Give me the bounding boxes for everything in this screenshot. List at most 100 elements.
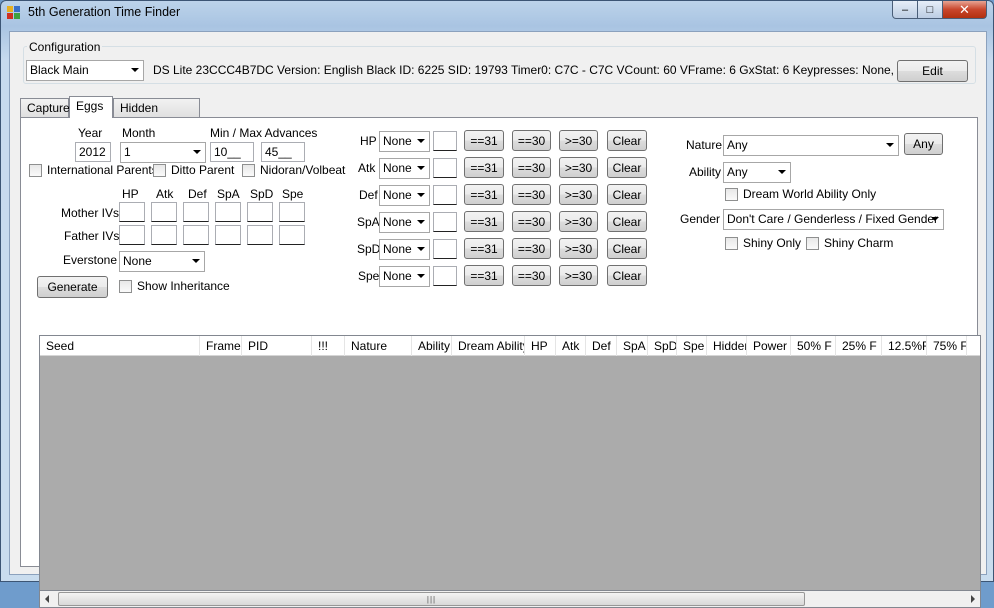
filter-mode-select-def[interactable]: None xyxy=(379,185,430,206)
column-header-dream-ability[interactable]: Dream Ability xyxy=(452,336,525,356)
column-header-spe[interactable]: Spe xyxy=(677,336,707,356)
filter-atk-eq30-button[interactable]: ==30 xyxy=(512,157,551,178)
nature-any-button[interactable]: Any xyxy=(904,133,943,155)
filter-spe-eq30-button[interactable]: ==30 xyxy=(512,265,551,286)
filter-atk-eq31-button[interactable]: ==31 xyxy=(464,157,504,178)
filter-spd-clear-button[interactable]: Clear xyxy=(607,238,647,259)
column-header-def[interactable]: Def xyxy=(586,336,617,356)
max-advances-input[interactable]: 45__ xyxy=(261,142,305,162)
filter-atk-clear-button[interactable]: Clear xyxy=(607,157,647,178)
scroll-left-icon[interactable] xyxy=(45,595,49,603)
filter-value-input-spa[interactable] xyxy=(433,212,457,232)
generate-button[interactable]: Generate xyxy=(37,276,108,298)
filter-spe-ge30-button[interactable]: >=30 xyxy=(559,265,598,286)
results-grid[interactable]: Seed Frame PID!!! Nature Ability Dream Abilit… xyxy=(39,335,981,591)
column-header-spd[interactable]: SpD xyxy=(648,336,677,356)
filter-spd-eq30-button[interactable]: ==30 xyxy=(512,238,551,259)
filter-spe-clear-button[interactable]: Clear xyxy=(607,265,647,286)
filter-hp-ge30-button[interactable]: >=30 xyxy=(559,130,598,151)
column-header-25-f[interactable]: 25% F xyxy=(836,336,882,356)
filter-def-eq31-button[interactable]: ==31 xyxy=(464,184,504,205)
column-header-[interactable]: !!! xyxy=(312,336,345,356)
column-header-seed[interactable]: Seed xyxy=(40,336,200,356)
tab-hidden-grotto[interactable]: Hidden Grotto xyxy=(113,98,200,129)
column-header-atk[interactable]: Atk xyxy=(556,336,586,356)
maximize-button[interactable]: □ xyxy=(918,1,943,19)
filter-label-atk: Atk xyxy=(358,161,376,175)
filter-spd-eq31-button[interactable]: ==31 xyxy=(464,238,504,259)
everstone-select[interactable]: None xyxy=(119,251,205,272)
filter-spa-eq31-button[interactable]: ==31 xyxy=(464,211,504,232)
filter-mode-select-spe[interactable]: None xyxy=(379,266,430,287)
ditto-parent-label: Ditto Parent xyxy=(171,163,235,177)
column-header-ability[interactable]: Ability xyxy=(412,336,452,356)
filter-hp-eq31-button[interactable]: ==31 xyxy=(464,130,504,151)
international-parents-checkbox[interactable]: International Parents xyxy=(29,163,158,177)
column-header-50-f[interactable]: 50% F xyxy=(791,336,836,356)
column-header-12-5-f[interactable]: 12.5%F xyxy=(882,336,927,356)
close-button[interactable]: ✕ xyxy=(943,1,987,19)
filter-value-input-spd[interactable] xyxy=(433,239,457,259)
filter-spd-ge30-button[interactable]: >=30 xyxy=(559,238,598,259)
filter-spa-clear-button[interactable]: Clear xyxy=(607,211,647,232)
title-bar[interactable]: 5th Generation Time Finder – □ ✕ xyxy=(1,1,993,25)
mother-iv-input-def[interactable] xyxy=(183,202,209,222)
mother-iv-input-spe[interactable] xyxy=(279,202,305,222)
minimize-button[interactable]: – xyxy=(892,1,918,19)
column-header-75-f[interactable]: 75% F xyxy=(927,336,967,356)
filter-atk-ge30-button[interactable]: >=30 xyxy=(559,157,598,178)
scrollbar-thumb[interactable]: ||| xyxy=(58,592,805,606)
father-iv-input-atk[interactable] xyxy=(151,225,177,245)
father-iv-input-spe[interactable] xyxy=(279,225,305,245)
filter-spe-eq31-button[interactable]: ==31 xyxy=(464,265,504,286)
filter-spa-eq30-button[interactable]: ==30 xyxy=(512,211,551,232)
horizontal-scrollbar[interactable]: ||| xyxy=(39,591,981,608)
shiny-charm-checkbox[interactable]: Shiny Charm xyxy=(806,236,893,250)
column-header-nature[interactable]: Nature xyxy=(345,336,412,356)
filter-value-input-def[interactable] xyxy=(433,185,457,205)
filter-value-input-spe[interactable] xyxy=(433,266,457,286)
filter-mode-select-atk[interactable]: None xyxy=(379,158,430,179)
gender-select[interactable]: Don't Care / Genderless / Fixed Gender xyxy=(723,209,944,230)
mother-iv-input-spd[interactable] xyxy=(247,202,273,222)
column-header-hp[interactable]: HP xyxy=(525,336,556,356)
mother-iv-input-spa[interactable] xyxy=(215,202,241,222)
dream-world-only-checkbox[interactable]: Dream World Ability Only xyxy=(725,187,876,201)
mother-iv-input-hp[interactable] xyxy=(119,202,145,222)
filter-mode-select-hp[interactable]: None xyxy=(379,131,430,152)
ability-select[interactable]: Any xyxy=(723,162,791,183)
filter-def-ge30-button[interactable]: >=30 xyxy=(559,184,598,205)
scroll-right-icon[interactable] xyxy=(971,595,975,603)
filter-mode-select-spa[interactable]: None xyxy=(379,212,430,233)
year-input[interactable]: 2012 xyxy=(75,142,111,162)
nidoran-volbeat-checkbox[interactable]: Nidoran/Volbeat xyxy=(242,163,345,177)
father-iv-input-spd[interactable] xyxy=(247,225,273,245)
month-select[interactable]: 1 xyxy=(120,142,206,163)
filter-def-eq30-button[interactable]: ==30 xyxy=(512,184,551,205)
ditto-parent-checkbox[interactable]: Ditto Parent xyxy=(153,163,234,177)
column-header-spa[interactable]: SpA xyxy=(617,336,648,356)
nature-select[interactable]: Any xyxy=(723,135,899,156)
edit-button[interactable]: Edit xyxy=(897,60,968,82)
min-advances-input[interactable]: 10__ xyxy=(210,142,254,162)
show-inheritance-checkbox[interactable]: Show Inheritance xyxy=(119,279,230,293)
mother-iv-input-atk[interactable] xyxy=(151,202,177,222)
father-iv-input-hp[interactable] xyxy=(119,225,145,245)
profile-select[interactable]: Black Main xyxy=(26,60,144,81)
filter-value-input-atk[interactable] xyxy=(433,158,457,178)
filter-spa-ge30-button[interactable]: >=30 xyxy=(559,211,598,232)
column-header-pid[interactable]: PID xyxy=(242,336,312,356)
father-iv-input-def[interactable] xyxy=(183,225,209,245)
filter-def-clear-button[interactable]: Clear xyxy=(607,184,647,205)
column-header-frame[interactable]: Frame xyxy=(200,336,242,356)
filter-hp-clear-button[interactable]: Clear xyxy=(607,130,647,151)
filter-hp-eq30-button[interactable]: ==30 xyxy=(512,130,551,151)
shiny-only-checkbox[interactable]: Shiny Only xyxy=(725,236,801,250)
tab-capture[interactable]: Capture xyxy=(20,98,70,117)
column-header-power[interactable]: Power xyxy=(747,336,791,356)
tab-eggs[interactable]: Eggs xyxy=(69,96,113,118)
father-iv-input-spa[interactable] xyxy=(215,225,241,245)
filter-value-input-hp[interactable] xyxy=(433,131,457,151)
filter-mode-select-spd[interactable]: None xyxy=(379,239,430,260)
column-header-hidden[interactable]: Hidden xyxy=(707,336,747,356)
